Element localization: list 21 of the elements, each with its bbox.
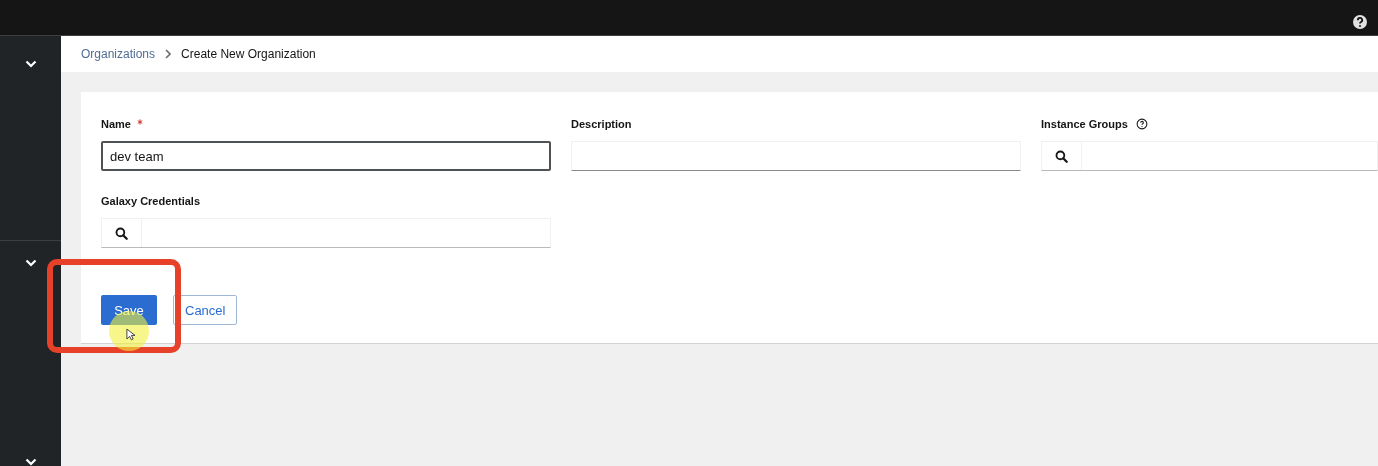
text-field[interactable] (571, 141, 1021, 171)
lookup-field[interactable] (101, 218, 551, 248)
search-icon (1055, 149, 1068, 163)
chevron-right-icon (165, 49, 172, 59)
lookup-field[interactable] (1041, 141, 1378, 171)
field-label: Description (571, 118, 632, 130)
field-label: Name (101, 118, 131, 130)
chevron-down-icon[interactable] (24, 60, 37, 68)
cursor-icon (126, 328, 135, 341)
help-icon[interactable] (1135, 118, 1148, 130)
breadcrumb-current: Create New Organization (181, 47, 316, 61)
chevron-down-icon[interactable] (24, 259, 37, 268)
save-button[interactable]: Save (101, 295, 157, 325)
text-field[interactable]: dev team (101, 141, 551, 171)
help-icon[interactable] (1352, 14, 1368, 30)
search-icon (115, 226, 128, 240)
chevron-down-icon[interactable] (24, 458, 37, 466)
field-label: Galaxy Credentials (101, 195, 201, 207)
breadcrumb-link[interactable]: Organizations (81, 47, 156, 61)
field-label: Instance Groups (1041, 118, 1128, 130)
cancel-button[interactable]: Cancel (173, 295, 238, 325)
